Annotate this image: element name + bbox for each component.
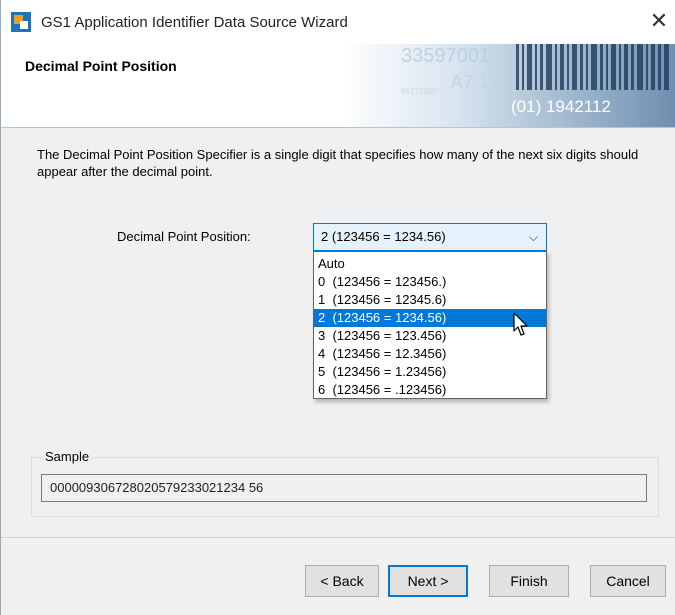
barcode-banner-image: 33597001 A7-11 86172900 (01) 1942112 <box>341 44 675 127</box>
combobox-selected-value: 2 (123456 = 1234.56) <box>321 229 446 244</box>
banner-digits-small: 86172900 <box>401 87 437 96</box>
decimal-point-combobox[interactable]: 2 (123456 = 1234.56) ⌵ <box>313 223 547 251</box>
dropdown-option-2[interactable]: 2 (123456 = 1234.56) <box>314 309 546 327</box>
dropdown-option-5[interactable]: 5 (123456 = 1.23456) <box>314 363 546 381</box>
dropdown-option-4[interactable]: 4 (123456 = 12.3456) <box>314 345 546 363</box>
footer-separator <box>1 537 675 538</box>
back-button[interactable]: < Back <box>305 565 379 597</box>
banner-digits-bottom: (01) 1942112 <box>511 97 611 116</box>
decimal-point-label: Decimal Point Position: <box>117 229 251 244</box>
app-icon <box>11 12 31 32</box>
sample-label: Sample <box>43 449 92 464</box>
window-title: GS1 Application Identifier Data Source W… <box>41 14 348 31</box>
dropdown-option-6[interactable]: 6 (123456 = .123456) <box>314 381 546 399</box>
dropdown-option-0[interactable]: 0 (123456 = 123456.) <box>314 273 546 291</box>
dropdown-option-1[interactable]: 1 (123456 = 12345.6) <box>314 291 546 309</box>
next-button[interactable]: Next > <box>388 565 468 597</box>
page-title: Decimal Point Position <box>25 58 177 74</box>
finish-button[interactable]: Finish <box>489 565 569 597</box>
page-description: The Decimal Point Position Specifier is … <box>37 147 639 179</box>
mouse-pointer-icon <box>513 312 528 336</box>
decimal-point-dropdown-list: Auto 0 (123456 = 123456.) 1 (123456 = 12… <box>313 251 547 399</box>
banner-digits-mid: A7-11 <box>451 72 498 92</box>
sample-output-field: 000009306728020579233021234 56 <box>41 474 647 502</box>
banner-digits-top: 33597001 <box>401 45 490 67</box>
close-icon: ✕ <box>649 8 669 33</box>
chevron-down-icon: ⌵ <box>528 230 538 244</box>
cancel-button[interactable]: Cancel <box>590 565 666 597</box>
wizard-window: GS1 Application Identifier Data Source W… <box>0 0 675 615</box>
dropdown-option-auto[interactable]: Auto <box>314 255 546 273</box>
wizard-header: Decimal Point Position 33597001 A7-11 86… <box>1 44 675 128</box>
dropdown-option-3[interactable]: 3 (123456 = 123.456) <box>314 327 546 345</box>
title-bar: GS1 Application Identifier Data Source W… <box>1 0 675 44</box>
close-button[interactable]: ✕ <box>642 4 675 38</box>
